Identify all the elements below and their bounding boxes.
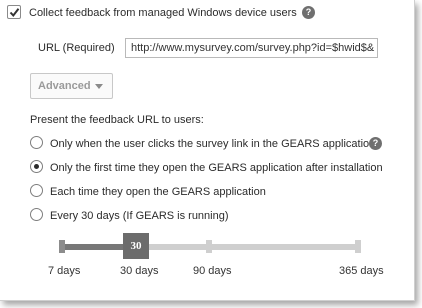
- slider-tick-90-days[interactable]: [206, 240, 212, 253]
- chevron-down-icon: [95, 84, 103, 89]
- tick-label-365-days: 365 days: [339, 265, 384, 277]
- slider-tick-365-days[interactable]: [355, 240, 361, 253]
- radio-on-click[interactable]: [30, 136, 43, 149]
- tick-label-90-days: 90 days: [193, 265, 232, 277]
- radio-each-time[interactable]: [30, 184, 43, 197]
- days-slider-thumb[interactable]: 30: [123, 233, 149, 259]
- tick-label-7-days: 7 days: [48, 265, 81, 277]
- radio-every-30-days[interactable]: [30, 208, 43, 221]
- radio-first-time-label: Only the first time they open the GEARS …: [50, 162, 383, 174]
- radio-first-time[interactable]: [30, 160, 43, 173]
- radio-every-30-days-label: Every 30 days (If GEARS is running): [50, 210, 229, 222]
- feedback-settings-panel: Collect feedback from managed Windows de…: [0, 0, 415, 301]
- advanced-label: Advanced: [38, 80, 91, 92]
- help-icon[interactable]: ?: [302, 6, 315, 19]
- present-url-heading: Present the feedback URL to users:: [30, 114, 204, 126]
- slider-tick-7-days[interactable]: [59, 240, 65, 253]
- url-label: URL (Required): [38, 42, 115, 54]
- radio-on-click-label: Only when the user clicks the survey lin…: [50, 138, 376, 150]
- radio-selected-dot: [34, 164, 39, 169]
- tick-label-30-days: 30 days: [120, 265, 159, 277]
- radio-each-time-label: Each time they open the GEARS applicatio…: [50, 186, 266, 198]
- days-slider-fill: [60, 244, 130, 250]
- survey-url-input[interactable]: http://www.mysurvey.com/survey.php?id=$h…: [125, 38, 378, 58]
- advanced-dropdown-button[interactable]: Advanced: [30, 73, 113, 99]
- checkmark-icon: [9, 8, 20, 18]
- collect-feedback-label: Collect feedback from managed Windows de…: [29, 7, 297, 19]
- collect-feedback-checkbox[interactable]: [7, 5, 21, 19]
- help-icon[interactable]: ?: [369, 137, 382, 150]
